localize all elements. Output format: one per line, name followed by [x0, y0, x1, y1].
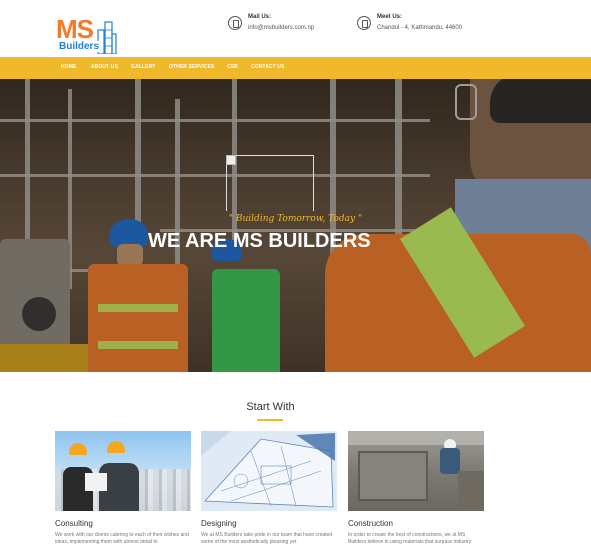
main-nav: HOME ABOUT US GALLERY OTHER SERVICES CSR… [0, 57, 591, 79]
card-desc: We work with our clients catering to eac… [55, 532, 189, 545]
hard-hat-icon [444, 439, 456, 448]
designing-image [201, 431, 337, 511]
logo-main-text: MS [56, 14, 94, 44]
site-header: MS Builders Mail Us: info@msbuilders.com… [0, 0, 591, 57]
card-title: Construction [348, 519, 393, 528]
ground-top [348, 431, 484, 445]
nav-item-other-services[interactable]: OTHER SERVICES [169, 64, 214, 70]
consulting-image [55, 431, 191, 511]
location-icon [357, 16, 371, 30]
nav-item-csr[interactable]: CSR [227, 64, 238, 70]
card-title: Consulting [55, 519, 93, 528]
hard-hat-icon [107, 441, 125, 453]
blueprint-drawing [201, 431, 337, 511]
hard-hat-icon [69, 443, 87, 455]
hero-title: WE ARE MS BUILDERS [148, 230, 371, 252]
logo-sub-text: Builders [58, 41, 101, 52]
worker-figure [440, 448, 460, 474]
hero-tagline: " Building Tomorrow, Today " [228, 214, 363, 224]
mail-value[interactable]: info@msbuilders.com.np [248, 25, 314, 31]
card-title: Designing [201, 519, 237, 528]
concrete-pit [358, 451, 428, 501]
rubble [458, 471, 484, 511]
nav-item-about-us[interactable]: ABOUT US [91, 64, 118, 70]
hero-overlay [0, 79, 591, 372]
site-logo[interactable]: MS Builders [56, 16, 120, 58]
card-desc: We at MS Builders take pride in our team… [201, 532, 333, 545]
mail-title: Mail Us: [248, 14, 272, 20]
meet-title: Meet Us: [377, 14, 403, 20]
card-desc: In order to create the best of construct… [348, 532, 472, 545]
mail-icon [228, 16, 242, 30]
hero-banner: " Building Tomorrow, Today " WE ARE MS B… [0, 79, 591, 372]
meet-value: Chandol - 4, Kathmandu, 44600 [377, 25, 463, 31]
section-underline [257, 419, 283, 421]
section-title: Start With [246, 401, 295, 413]
nav-item-contact-us[interactable]: CONTACT US [251, 64, 284, 70]
nav-item-gallery[interactable]: GALLERY [131, 64, 155, 70]
nav-item-home[interactable]: HOME [61, 64, 76, 70]
construction-image [348, 431, 484, 511]
broken-image-icon [226, 155, 314, 211]
blueprint-paper [85, 473, 107, 491]
